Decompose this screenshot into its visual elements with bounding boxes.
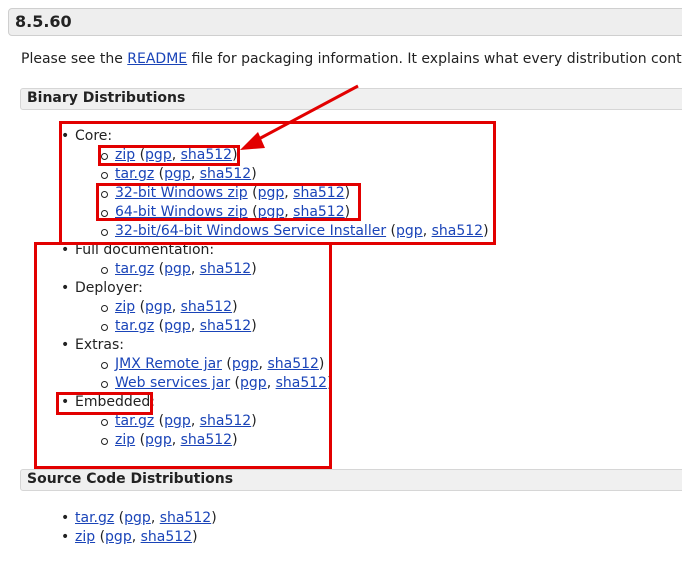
annotation-arrow xyxy=(240,84,359,150)
arrow-line xyxy=(254,84,359,143)
arrow-head xyxy=(240,132,265,150)
